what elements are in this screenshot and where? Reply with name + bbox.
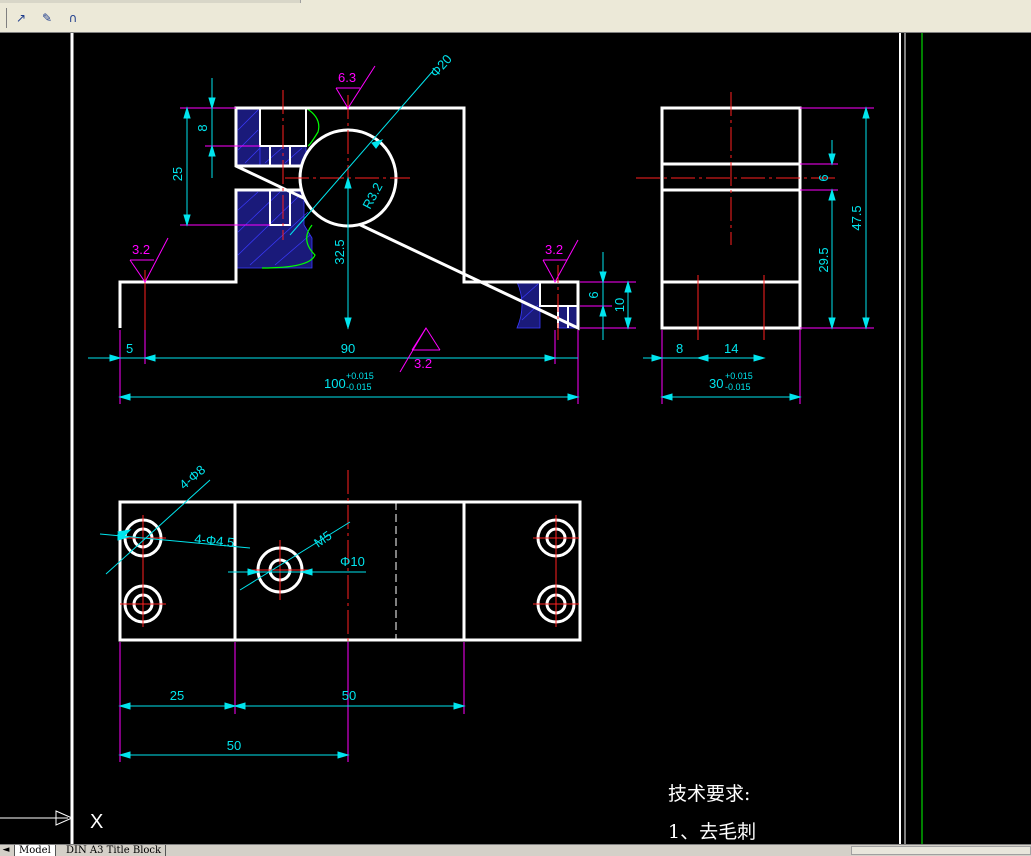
ucs-icon: X [0, 810, 103, 833]
toolbar-top-strip [0, 0, 301, 3]
top-view: 4-Φ8 4-Φ4.5 M5 Φ10 25 50 50 [99, 462, 582, 762]
tab-din-a3-title-block[interactable]: DIN A3 Title Block [62, 845, 167, 856]
roughness-right-3-2: 3.2 [545, 242, 563, 257]
dim-front-32-5: 32.5 [332, 239, 347, 264]
dim-front-diameter-20: Φ20 [427, 52, 455, 80]
dim-front-8: 8 [195, 124, 210, 131]
dim-top-holes-4-5: 4-Φ4.5 [194, 531, 235, 550]
dimension-toolbar: ↗ ✎ ∩ [0, 0, 1031, 33]
tab-nav-arrow-icon[interactable]: ◄ [0, 845, 12, 856]
dimension-arc-icon[interactable]: ∩ [62, 8, 84, 28]
dim-top-50-upper: 50 [342, 688, 356, 703]
section-hatch [235, 107, 579, 329]
dim-side-8: 8 [676, 341, 683, 356]
ucs-x-label: X [90, 811, 103, 833]
dim-front-100-tol-up: +0.015 [346, 371, 374, 381]
dim-top-25: 25 [170, 688, 184, 703]
dimension-edit-icon[interactable]: ✎ [36, 8, 58, 28]
drawing-frame [70, 33, 923, 844]
roughness-bottom-3-2: 3.2 [414, 356, 432, 371]
drawing-canvas[interactable]: 25 8 32.5 Φ20 R3.2 5 90 100 +0.015 -0.01… [0, 33, 1031, 844]
dim-side-29-5: 29.5 [816, 247, 831, 272]
dim-front-100: 100 [324, 376, 346, 391]
notes-item-1: 1、去毛刺 [668, 821, 756, 843]
front-view: 25 8 32.5 Φ20 R3.2 5 90 100 +0.015 -0.01… [88, 52, 636, 404]
dim-top-50-lower: 50 [227, 738, 241, 753]
dim-side-30-tol-up: +0.015 [725, 371, 753, 381]
dim-front-25: 25 [170, 167, 185, 181]
tab-model[interactable]: Model [14, 845, 56, 856]
dim-front-90: 90 [341, 341, 355, 356]
horizontal-scrollbar[interactable] [851, 846, 1031, 855]
dim-side-30-tol-low: -0.015 [725, 382, 751, 392]
dim-side-14: 14 [724, 341, 738, 356]
dim-front-100-tol-low: -0.015 [346, 382, 372, 392]
dim-front-10: 10 [612, 298, 627, 312]
side-view: 6 47.5 29.5 8 14 30 +0.015 -0.015 [636, 92, 874, 404]
dim-top-m5: M5 [311, 528, 334, 551]
dim-front-5: 5 [126, 341, 133, 356]
dim-front-6: 6 [586, 291, 601, 298]
dim-side-47-5: 47.5 [849, 205, 864, 230]
dim-side-30: 30 [709, 376, 723, 391]
dim-side-6: 6 [816, 174, 831, 181]
toolbar-separator [6, 8, 7, 28]
dim-top-holes-8: 4-Φ8 [176, 462, 208, 492]
dimension-jog-icon[interactable]: ↗ [10, 8, 32, 28]
notes-title: 技术要求: [668, 783, 750, 805]
layout-tabs: ◄ Model DIN A3 Title Block [0, 844, 1031, 856]
cad-drawing: 25 8 32.5 Φ20 R3.2 5 90 100 +0.015 -0.01… [0, 33, 923, 844]
dim-top-diameter-10: Φ10 [340, 554, 365, 569]
roughness-top-6-3: 6.3 [338, 70, 356, 85]
technical-requirements: 技术要求: 1、去毛刺 [668, 783, 756, 843]
roughness-left-3-2: 3.2 [132, 242, 150, 257]
